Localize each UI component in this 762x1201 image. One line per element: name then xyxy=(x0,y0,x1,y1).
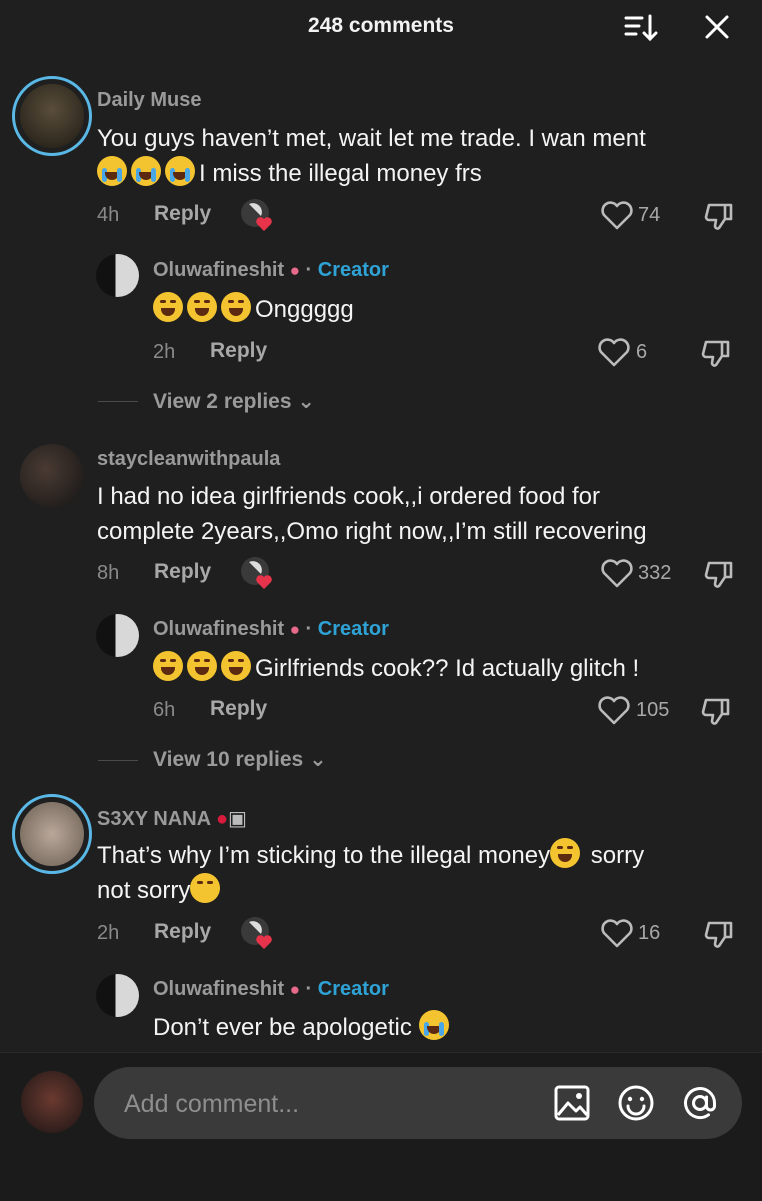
heart-outline-icon[interactable] xyxy=(597,336,631,368)
reply-button[interactable]: Reply xyxy=(154,202,211,226)
comment-text-line2: not sorry xyxy=(97,877,191,904)
creator-reply-text: Onggggg xyxy=(153,292,354,327)
comment-username[interactable]: Daily Muse xyxy=(97,89,201,112)
comment-time: 8h xyxy=(97,562,120,584)
chevron-down-icon: ⌄ xyxy=(297,390,315,413)
creator-liked-icon xyxy=(241,199,272,231)
dislike-icon[interactable] xyxy=(701,337,733,369)
creator-reply-text: Don’t ever be apologetic xyxy=(153,1010,453,1045)
creator-emoji-decorations: ● xyxy=(289,620,300,639)
comment-text-tail: sorry xyxy=(584,842,645,869)
laughing-emoji-icon xyxy=(187,651,217,681)
view-replies-button[interactable]: View 10 replies ⌄ xyxy=(153,747,327,772)
creator-avatar[interactable] xyxy=(96,614,139,657)
creator-reply-message: Onggggg xyxy=(255,296,354,323)
image-icon[interactable] xyxy=(552,1083,592,1123)
comment-username-text[interactable]: S3XY NANA xyxy=(97,808,210,830)
comment-text: You guys haven’t met, wait let me trade.… xyxy=(97,121,646,191)
dislike-icon[interactable] xyxy=(701,695,733,727)
creator-reply-header: Oluwafineshit ● · Creator xyxy=(153,978,389,1000)
comment-input-container[interactable] xyxy=(94,1067,742,1139)
like-count: 74 xyxy=(638,204,661,226)
creator-emoji-decorations: ● xyxy=(289,980,300,999)
creator-reply-text: Girlfriends cook?? Id actually glitch ! xyxy=(153,651,639,686)
view-replies-label: View 10 replies xyxy=(153,748,304,771)
dislike-icon[interactable] xyxy=(704,558,736,590)
creator-avatar[interactable] xyxy=(96,254,139,297)
comment-text-line1: You guys haven’t met, wait let me trade.… xyxy=(97,125,646,152)
reply-button[interactable]: Reply xyxy=(154,920,211,944)
my-avatar[interactable] xyxy=(21,1071,83,1133)
creator-reply-message: Don’t ever be apologetic xyxy=(153,1014,419,1041)
comment-username[interactable]: staycleanwithpaula xyxy=(97,448,280,471)
creator-emoji-decorations: ● xyxy=(289,261,300,280)
creator-liked-icon xyxy=(241,917,272,949)
loudly-crying-emoji-icon xyxy=(131,156,161,186)
comment-input[interactable] xyxy=(122,1085,526,1123)
at-icon[interactable] xyxy=(680,1083,720,1123)
loudly-crying-emoji-icon xyxy=(165,156,195,186)
comment-time: 2h xyxy=(97,922,120,944)
laughing-emoji-icon xyxy=(153,292,183,322)
divider xyxy=(98,760,138,761)
creator-liked-icon xyxy=(241,557,272,589)
heart-outline-icon[interactable] xyxy=(600,199,634,231)
comments-header: 248 comments xyxy=(0,0,762,56)
divider xyxy=(98,401,138,402)
comment-text-line2: complete 2years,,Omo right now,,I’m stil… xyxy=(97,518,647,545)
creator-username[interactable]: Oluwafineshit xyxy=(153,978,284,1000)
creator-avatar[interactable] xyxy=(96,974,139,1017)
laughing-emoji-icon xyxy=(187,292,217,322)
weary-face-emoji-icon xyxy=(550,838,581,868)
creator-reply-header: Oluwafineshit ● · Creator xyxy=(153,259,389,281)
like-count: 105 xyxy=(636,699,670,721)
chevron-down-icon: ⌄ xyxy=(309,748,327,771)
view-replies-label: View 2 replies xyxy=(153,390,292,413)
reply-button[interactable]: Reply xyxy=(154,560,211,584)
view-replies-button[interactable]: View 2 replies ⌄ xyxy=(153,389,315,414)
sort-icon[interactable] xyxy=(622,12,658,44)
creator-reply-header: Oluwafineshit ● · Creator xyxy=(153,618,389,640)
creator-username[interactable]: Oluwafineshit xyxy=(153,618,284,640)
close-icon[interactable] xyxy=(700,10,734,44)
creator-badge: Creator xyxy=(317,978,389,1000)
loudly-crying-emoji-icon xyxy=(97,156,127,186)
avatar[interactable] xyxy=(20,802,84,866)
comment-text: I had no idea girlfriends cook,,i ordere… xyxy=(97,479,647,549)
reply-button[interactable]: Reply xyxy=(210,339,267,363)
dislike-icon[interactable] xyxy=(704,918,736,950)
creator-reply-message: Girlfriends cook?? Id actually glitch ! xyxy=(255,655,640,682)
loudly-crying-emoji-icon xyxy=(418,1010,449,1040)
creator-badge: Creator xyxy=(317,618,389,640)
comment-time: 6h xyxy=(153,699,176,721)
comment-username: S3XY NANA ●▣ xyxy=(97,806,247,831)
emoji-icon[interactable] xyxy=(616,1083,656,1123)
camera-flash-icon: ▣ xyxy=(228,808,247,830)
heart-outline-icon[interactable] xyxy=(600,557,634,589)
like-count: 332 xyxy=(638,562,672,584)
comment-time: 2h xyxy=(153,341,176,363)
heart-outline-icon[interactable] xyxy=(600,917,634,949)
comment-time: 4h xyxy=(97,204,120,226)
avatar[interactable] xyxy=(20,84,84,148)
comment-text-line1: I had no idea girlfriends cook,,i ordere… xyxy=(97,483,600,510)
comment-text-line1: That’s why I’m sticking to the illegal m… xyxy=(97,842,551,869)
relieved-face-emoji-icon xyxy=(190,873,221,903)
comment-text: That’s why I’m sticking to the illegal m… xyxy=(97,838,644,908)
comment-text-line2: I miss the illegal money frs xyxy=(199,160,482,187)
like-count: 6 xyxy=(636,341,648,363)
dislike-icon[interactable] xyxy=(704,200,736,232)
heart-outline-icon[interactable] xyxy=(597,694,631,726)
creator-username[interactable]: Oluwafineshit xyxy=(153,259,284,281)
like-count: 16 xyxy=(638,922,661,944)
laughing-emoji-icon xyxy=(153,651,183,681)
kiss-mark-icon: ● xyxy=(215,808,229,830)
laughing-emoji-icon xyxy=(221,651,251,681)
laughing-emoji-icon xyxy=(221,292,251,322)
avatar[interactable] xyxy=(20,444,84,508)
creator-badge: Creator xyxy=(317,259,389,281)
reply-button[interactable]: Reply xyxy=(210,697,267,721)
